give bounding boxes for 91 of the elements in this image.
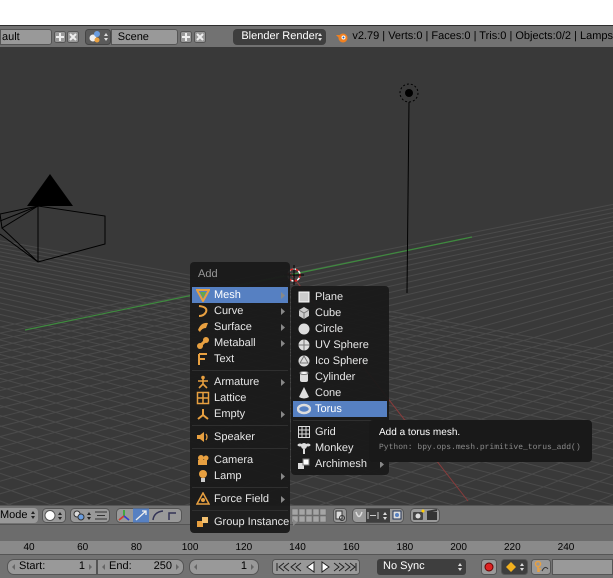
blender-logo-icon <box>335 30 350 42</box>
keying-field[interactable] <box>552 558 613 574</box>
add-icon[interactable] <box>54 30 66 42</box>
monkey-icon <box>297 441 311 455</box>
frame-number: 60 <box>77 541 88 554</box>
field-label: End: <box>109 559 132 574</box>
render-engine-dropdown[interactable]: Blender Render <box>233 28 326 44</box>
field-value: 250 <box>154 559 172 574</box>
circle-icon <box>297 322 311 336</box>
menu-item[interactable]: Surface <box>192 319 288 335</box>
submenu-item[interactable]: Cube <box>293 305 387 321</box>
close-icon[interactable] <box>66 30 79 42</box>
field-value: 1 <box>240 559 247 574</box>
grid-icon <box>297 425 311 439</box>
field-value: 1 <box>78 559 85 574</box>
scene-field[interactable]: Scene <box>110 28 178 44</box>
menu-item[interactable]: Force Field <box>192 491 288 507</box>
frame-number: 220 <box>504 541 521 554</box>
updown-icon <box>31 510 35 520</box>
menu-item[interactable]: Curve <box>192 303 288 319</box>
shading-dropdown[interactable] <box>42 508 66 522</box>
cube-icon <box>297 306 311 320</box>
snap-controls[interactable] <box>352 508 404 522</box>
frame-number: 40 <box>23 541 35 554</box>
armature-icon <box>196 375 210 389</box>
frame-number: 80 <box>130 541 142 554</box>
frame-number: 100 <box>182 541 198 554</box>
render-buttons[interactable] <box>410 508 440 522</box>
submenu-item[interactable]: Ico Sphere <box>293 353 387 369</box>
lattice-icon <box>196 391 210 405</box>
pivot-dropdown[interactable] <box>70 508 110 522</box>
submenu-item[interactable]: Circle <box>293 321 387 337</box>
manipulator-buttons[interactable] <box>116 508 182 522</box>
group-icon <box>196 515 210 529</box>
speaker-icon <box>196 430 210 444</box>
scene-icon[interactable] <box>84 28 111 44</box>
menu-item[interactable]: Armature <box>192 374 288 390</box>
add-icon[interactable] <box>180 30 192 42</box>
frame-number: 140 <box>289 541 306 554</box>
menu-item[interactable]: Lattice <box>192 390 288 406</box>
cone-icon <box>297 386 311 400</box>
frame-number: 160 <box>342 541 360 554</box>
text-icon <box>196 352 210 366</box>
sphere-icon <box>297 338 311 352</box>
submenu-item[interactable]: Plane <box>293 289 387 305</box>
frame-number: 240 <box>558 541 574 554</box>
empty-icon <box>196 407 210 421</box>
sphere-icon <box>297 354 311 368</box>
torus-icon <box>297 402 311 416</box>
scene-stats: v2.79 | Verts:0 | Faces:0 | Tris:0 | Objects:0/2 | Lamps <box>352 29 613 44</box>
camera-icon <box>196 453 210 467</box>
mesh-icon <box>196 288 210 302</box>
menu-item[interactable]: Text <box>192 351 288 367</box>
playback-buttons[interactable] <box>272 558 360 574</box>
layers-icon[interactable] <box>333 508 347 522</box>
menu-item[interactable]: Speaker <box>192 429 288 445</box>
curve-icon <box>196 304 210 318</box>
metaball-icon <box>196 336 210 350</box>
menu-item[interactable]: Metaball <box>192 335 288 351</box>
keyframe-icon[interactable] <box>531 558 551 574</box>
submenu-item[interactable]: Archimesh <box>293 456 387 472</box>
menu-title: Add <box>197 267 219 282</box>
mode-dropdown[interactable]: Mode <box>0 508 38 522</box>
blocks-icon <box>297 457 311 471</box>
frame-number: 120 <box>235 541 252 554</box>
updown-icon <box>318 32 322 42</box>
submenu-item[interactable]: Cylinder <box>293 369 387 385</box>
menu-item[interactable]: Mesh <box>192 287 288 303</box>
menu-item[interactable]: Camera <box>192 452 288 468</box>
plane-icon <box>297 290 311 304</box>
menu-item[interactable]: Empty <box>192 406 288 422</box>
surface-icon <box>196 320 210 334</box>
menu-item[interactable]: Group Instance <box>192 514 288 530</box>
frame-number: 200 <box>450 541 467 554</box>
force-field-icon <box>196 492 210 506</box>
frame-number: 180 <box>396 541 414 554</box>
submenu-item[interactable]: Torus <box>293 401 387 417</box>
sync-dropdown[interactable]: No Sync <box>377 558 466 574</box>
tooltip-title: Add a torus mesh. <box>379 426 462 440</box>
close-icon[interactable] <box>194 30 206 42</box>
keying-set-dropdown[interactable] <box>501 558 528 574</box>
submenu-item[interactable]: UV Sphere <box>293 337 387 353</box>
menu-item[interactable]: Lamp <box>192 468 288 484</box>
layout-field[interactable]: ault <box>0 28 52 44</box>
field-label: Start: <box>19 559 46 574</box>
cylinder-icon <box>297 370 311 384</box>
record-button[interactable] <box>481 558 497 574</box>
lamp-icon <box>196 469 210 483</box>
updown-icon <box>458 562 462 572</box>
tooltip-python: Python: bpy.ops.mesh.primitive_torus_add() <box>379 442 581 454</box>
submenu-item[interactable]: Cone <box>293 385 387 401</box>
